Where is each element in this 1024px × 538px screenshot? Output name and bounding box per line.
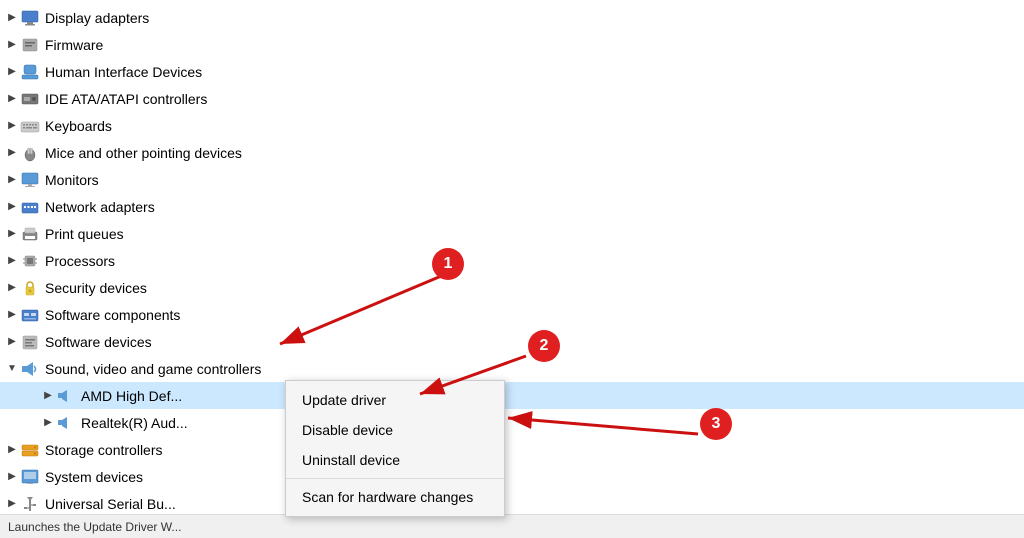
tree-item-usb[interactable]: ▶ Universal Serial Bu...	[0, 490, 1024, 517]
tree-item-keyboards[interactable]: ▶ Keyboards	[0, 112, 1024, 139]
tree-item-storage[interactable]: ▶ Storage controllers	[0, 436, 1024, 463]
chevron-software-devices: ▶	[4, 334, 20, 350]
chevron-network: ▶	[4, 199, 20, 215]
icon-display-adapters	[20, 8, 40, 28]
chevron-software-components: ▶	[4, 307, 20, 323]
label-display-adapters: Display adapters	[45, 10, 149, 26]
context-menu-separator	[286, 478, 504, 479]
chevron-keyboards: ▶	[4, 118, 20, 134]
tree-item-hid[interactable]: ▶ Human Interface Devices	[0, 58, 1024, 85]
tree-item-monitors[interactable]: ▶ Monitors	[0, 166, 1024, 193]
tree-item-security[interactable]: ▶ Security devices	[0, 274, 1024, 301]
context-menu-uninstall-device[interactable]: Uninstall device	[286, 445, 504, 475]
icon-usb	[20, 494, 40, 514]
label-ide: IDE ATA/ATAPI controllers	[45, 91, 207, 107]
context-menu-disable-device[interactable]: Disable device	[286, 415, 504, 445]
label-sound: Sound, video and game controllers	[45, 361, 261, 377]
tree-item-sound[interactable]: ▼ Sound, video and game controllers	[0, 355, 1024, 382]
chevron-usb: ▶	[4, 496, 20, 512]
chevron-amd: ▶	[40, 388, 56, 404]
icon-software-components	[20, 305, 40, 325]
icon-mice	[20, 143, 40, 163]
tree-item-system[interactable]: ▶ System devices	[0, 463, 1024, 490]
chevron-storage: ▶	[4, 442, 20, 458]
label-processors: Processors	[45, 253, 115, 269]
tree-item-software-components[interactable]: ▶ Software components	[0, 301, 1024, 328]
tree-item-ide[interactable]: ▶ IDE ATA/ATAPI controllers	[0, 85, 1024, 112]
icon-hid	[20, 62, 40, 82]
label-system: System devices	[45, 469, 143, 485]
icon-amd	[56, 386, 76, 406]
icon-sound	[20, 359, 40, 379]
device-tree[interactable]: ▶ Display adapters ▶ Firmware ▶ Human In…	[0, 0, 1024, 538]
icon-realtek	[56, 413, 76, 433]
label-storage: Storage controllers	[45, 442, 163, 458]
icon-system	[20, 467, 40, 487]
icon-software-devices	[20, 332, 40, 352]
chevron-display-adapters: ▶	[4, 10, 20, 26]
tree-item-print[interactable]: ▶ Print queues	[0, 220, 1024, 247]
label-network: Network adapters	[45, 199, 155, 215]
tree-item-software-devices[interactable]: ▶ Software devices	[0, 328, 1024, 355]
context-menu: Update driver Disable device Uninstall d…	[285, 380, 505, 517]
chevron-mice: ▶	[4, 145, 20, 161]
chevron-security: ▶	[4, 280, 20, 296]
chevron-firmware: ▶	[4, 37, 20, 53]
annotation-badge-1: 1	[432, 248, 464, 280]
label-firmware: Firmware	[45, 37, 103, 53]
label-monitors: Monitors	[45, 172, 99, 188]
tree-item-mice[interactable]: ▶ Mice and other pointing devices	[0, 139, 1024, 166]
label-mice: Mice and other pointing devices	[45, 145, 242, 161]
status-text: Launches the Update Driver W...	[8, 520, 181, 534]
context-menu-scan-hardware[interactable]: Scan for hardware changes	[286, 482, 504, 512]
icon-keyboards	[20, 116, 40, 136]
icon-ide	[20, 89, 40, 109]
status-bar: Launches the Update Driver W...	[0, 514, 1024, 538]
chevron-hid: ▶	[4, 64, 20, 80]
chevron-monitors: ▶	[4, 172, 20, 188]
chevron-print: ▶	[4, 226, 20, 242]
label-amd: AMD High Def...	[81, 388, 182, 404]
icon-storage	[20, 440, 40, 460]
chevron-system: ▶	[4, 469, 20, 485]
label-realtek: Realtek(R) Aud...	[81, 415, 188, 431]
icon-network	[20, 197, 40, 217]
tree-item-display-adapters[interactable]: ▶ Display adapters	[0, 4, 1024, 31]
tree-item-firmware[interactable]: ▶ Firmware	[0, 31, 1024, 58]
context-menu-update-driver[interactable]: Update driver	[286, 385, 504, 415]
chevron-realtek: ▶	[40, 415, 56, 431]
label-security: Security devices	[45, 280, 147, 296]
chevron-sound: ▼	[4, 361, 20, 377]
icon-monitors	[20, 170, 40, 190]
icon-firmware	[20, 35, 40, 55]
label-usb: Universal Serial Bu...	[45, 496, 176, 512]
label-software-components: Software components	[45, 307, 180, 323]
tree-item-processors[interactable]: ▶ Processors	[0, 247, 1024, 274]
chevron-processors: ▶	[4, 253, 20, 269]
label-keyboards: Keyboards	[45, 118, 112, 134]
tree-item-amd[interactable]: ▶ AMD High Def...	[0, 382, 1024, 409]
annotation-badge-2: 2	[528, 330, 560, 362]
tree-item-network[interactable]: ▶ Network adapters	[0, 193, 1024, 220]
label-print: Print queues	[45, 226, 124, 242]
tree-item-realtek[interactable]: ▶ Realtek(R) Aud...	[0, 409, 1024, 436]
icon-security	[20, 278, 40, 298]
icon-print	[20, 224, 40, 244]
chevron-ide: ▶	[4, 91, 20, 107]
icon-processors	[20, 251, 40, 271]
label-hid: Human Interface Devices	[45, 64, 202, 80]
label-software-devices: Software devices	[45, 334, 152, 350]
annotation-badge-3: 3	[700, 408, 732, 440]
